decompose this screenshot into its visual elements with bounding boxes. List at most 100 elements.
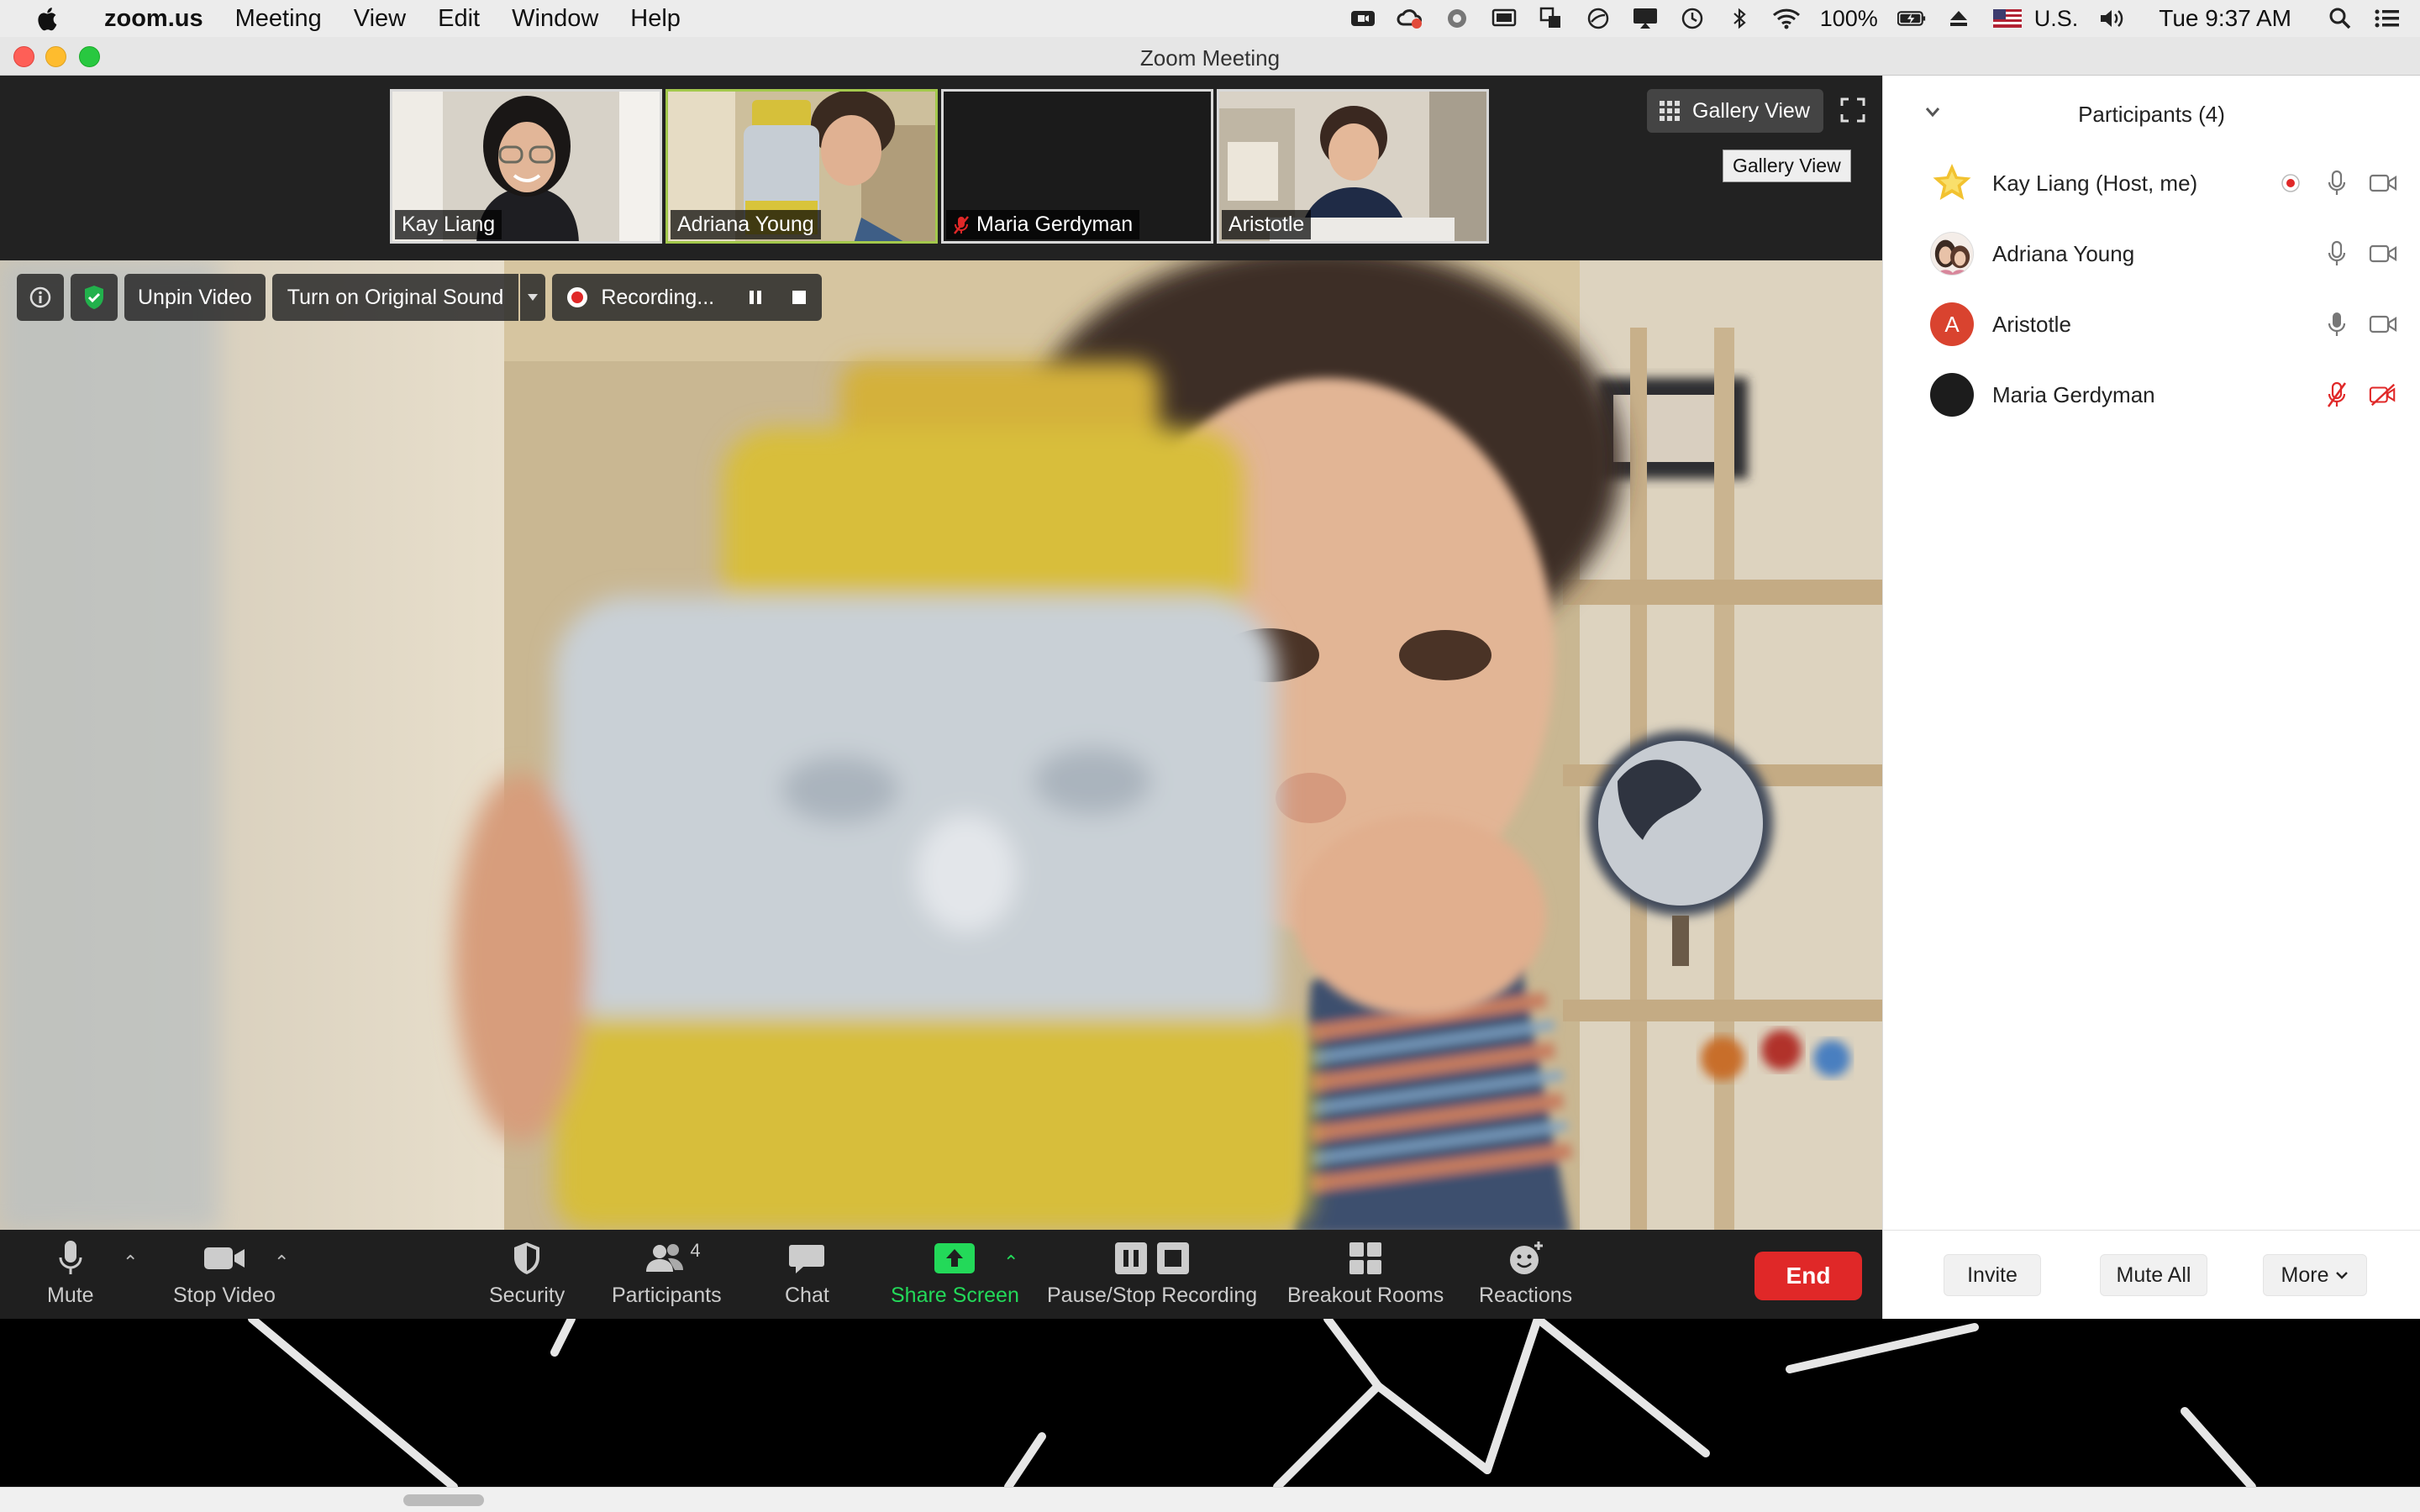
desktop-wallpaper	[0, 1319, 2420, 1487]
microphone-icon[interactable]	[2323, 310, 2351, 339]
eject-icon[interactable]	[1944, 6, 1973, 31]
video-overlay-toolbar: Unpin Video Turn on Original Sound Recor…	[17, 274, 823, 321]
menu-edit[interactable]: Edit	[438, 5, 480, 33]
active-speaker-video[interactable]	[0, 260, 1882, 1230]
stop-video-button[interactable]: Stop Video	[173, 1236, 276, 1308]
recording-label: Recording...	[601, 285, 715, 309]
participants-button[interactable]: 4 Participants	[612, 1236, 722, 1308]
mic-muted-icon	[954, 215, 969, 234]
recording-dot-icon	[567, 287, 588, 307]
macos-menubar: zoom.us Meeting View Edit Window Help 10…	[0, 0, 2420, 37]
stop-icon[interactable]	[790, 288, 808, 307]
menu-meeting[interactable]: Meeting	[235, 5, 322, 33]
more-options-button[interactable]: More	[2263, 1254, 2367, 1296]
speaker-video-image	[0, 260, 1882, 1230]
participant-name: Maria Gerdyman	[1992, 381, 2155, 407]
apple-icon[interactable]	[32, 5, 66, 32]
participant-row[interactable]: A Aristotle	[1883, 289, 2420, 360]
encryption-badge[interactable]	[71, 274, 118, 321]
photo-avatar-icon	[1934, 239, 1970, 275]
video-thumbnail-maria-gerdyman[interactable]: Maria Gerdyman	[941, 89, 1213, 244]
menubar-clock[interactable]: Tue 9:37 AM	[2159, 5, 2291, 32]
gallery-view-button[interactable]: Gallery View	[1647, 89, 1823, 133]
reactions-button[interactable]: Reactions	[1479, 1236, 1572, 1308]
participants-panel-title: Participants (4)	[2078, 102, 2225, 127]
video-thumbnail-aristotle[interactable]: Aristotle	[1217, 89, 1489, 244]
us-flag-icon[interactable]	[1991, 6, 2023, 31]
video-thumbnail-kay-liang[interactable]: Kay Liang	[390, 89, 662, 244]
thumbnail-name-label: Maria Gerdyman	[946, 210, 1140, 239]
time-machine-icon[interactable]	[1678, 6, 1707, 31]
chat-button[interactable]: Chat	[785, 1236, 829, 1308]
participant-row[interactable]: Maria Gerdyman	[1883, 360, 2420, 430]
original-sound-button[interactable]: Turn on Original Sound	[271, 274, 519, 321]
battery-percent: 100%	[1819, 5, 1878, 31]
avatar	[1930, 373, 1974, 417]
spotlight-search-icon[interactable]	[2326, 6, 2354, 31]
windows-icon[interactable]	[1537, 6, 1565, 31]
video-camera-icon[interactable]	[2369, 169, 2397, 197]
bluetooth-icon[interactable]	[1725, 6, 1754, 31]
thumbnail-name-label: Adriana Young	[671, 210, 821, 239]
participant-row[interactable]: Adriana Young	[1883, 218, 2420, 289]
security-button[interactable]: Security	[489, 1236, 565, 1308]
thumbnail-name-label: Kay Liang	[395, 210, 502, 239]
breakout-rooms-icon	[1349, 1242, 1382, 1274]
window-title: Zoom Meeting	[1139, 45, 1281, 71]
video-thumbnail-adriana-young[interactable]: Adriana Young	[666, 89, 938, 244]
participant-row[interactable]: Kay Liang (Host, me)	[1883, 148, 2420, 218]
end-meeting-button[interactable]: End	[1754, 1252, 1862, 1300]
mute-all-button[interactable]: Mute All	[2100, 1254, 2207, 1296]
fullscreen-icon[interactable]	[1840, 97, 1865, 123]
display-icon[interactable]	[1490, 6, 1518, 31]
meeting-stage: Kay Liang Adriana Young Maria Gerdyman A…	[0, 76, 1882, 1319]
participants-panel-header: Participants (4)	[1883, 76, 2420, 151]
microphone-icon[interactable]	[2323, 239, 2351, 268]
sync-icon[interactable]	[1443, 6, 1471, 31]
meeting-info-button[interactable]	[17, 274, 64, 321]
breakout-rooms-button[interactable]: Breakout Rooms	[1287, 1236, 1444, 1308]
participants-icon	[646, 1244, 684, 1272]
wifi-icon[interactable]	[1772, 6, 1801, 31]
share-screen-button[interactable]: Share Screen	[891, 1236, 1019, 1308]
microphone-icon	[59, 1241, 82, 1274]
participant-name: Adriana Young	[1992, 240, 2135, 266]
audio-options-caret[interactable]: ⌃	[123, 1252, 138, 1273]
invite-button[interactable]: Invite	[1944, 1254, 2041, 1296]
unpin-video-button[interactable]: Unpin Video	[124, 274, 266, 321]
window-titlebar[interactable]: Zoom Meeting	[0, 37, 2420, 76]
notification-center-icon[interactable]	[2373, 6, 2402, 31]
microphone-icon[interactable]	[2323, 169, 2351, 197]
menu-help[interactable]: Help	[630, 5, 681, 33]
video-off-icon[interactable]	[2369, 381, 2397, 409]
caret-down-icon	[528, 294, 539, 301]
star-avatar-icon	[1933, 164, 1971, 200]
mic-muted-icon[interactable]	[2323, 381, 2351, 409]
zoom-menubar-icon[interactable]	[1349, 6, 1377, 31]
menubar-app-name[interactable]: zoom.us	[104, 5, 203, 33]
video-camera-icon[interactable]	[2369, 239, 2397, 268]
input-source-label[interactable]: U.S.	[2034, 6, 2079, 32]
pause-stop-recording-icon	[1115, 1242, 1190, 1274]
volume-icon[interactable]	[2097, 6, 2126, 31]
menu-window[interactable]: Window	[512, 5, 598, 33]
pause-stop-recording-button[interactable]: Pause/Stop Recording	[1047, 1236, 1257, 1308]
smiley-plus-icon	[1509, 1242, 1543, 1274]
video-options-caret[interactable]: ⌃	[274, 1252, 289, 1273]
original-sound-dropdown[interactable]	[520, 274, 546, 321]
menu-view[interactable]: View	[354, 5, 406, 33]
avatar: A	[1930, 302, 1974, 346]
creative-cloud-icon[interactable]	[1396, 6, 1424, 31]
pause-icon[interactable]	[746, 288, 765, 307]
recording-dot-icon	[2276, 169, 2305, 197]
avatar	[1930, 232, 1974, 276]
video-camera-icon[interactable]	[2369, 310, 2397, 339]
airplay-display-icon[interactable]	[1631, 6, 1660, 31]
battery-charging-icon[interactable]	[1897, 6, 1926, 31]
horizontal-scrollbar[interactable]	[0, 1487, 2420, 1512]
circle-slash-icon[interactable]	[1584, 6, 1612, 31]
scrollbar-thumb[interactable]	[403, 1494, 484, 1506]
share-options-caret[interactable]: ⌃	[1003, 1252, 1018, 1273]
mute-button[interactable]: Mute	[47, 1236, 94, 1308]
recording-indicator: Recording...	[552, 274, 823, 321]
